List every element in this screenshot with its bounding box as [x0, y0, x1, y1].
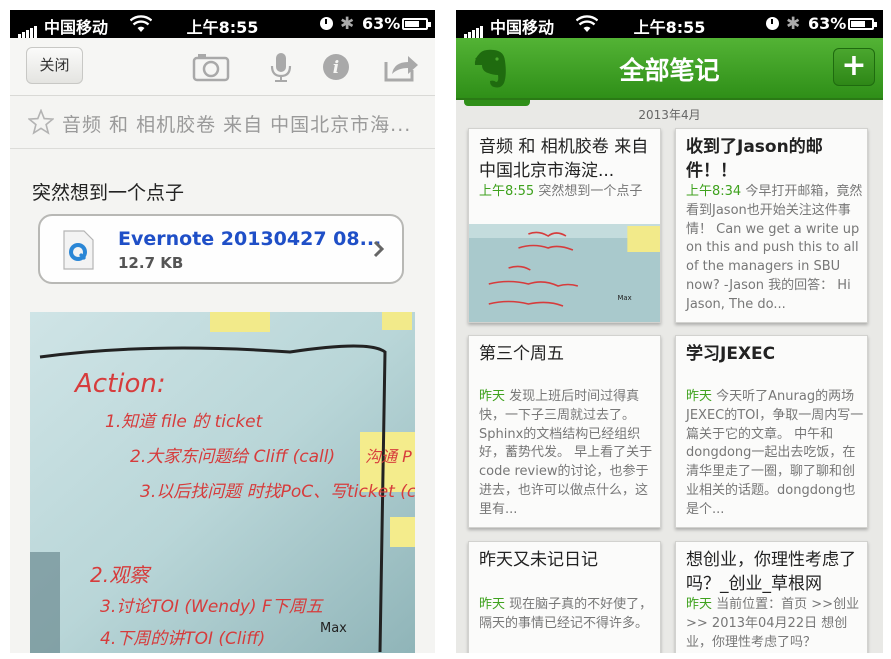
- note-card-snippet: 昨天 现在脑子真的不好使了，隔天的事情已经记不得许多。: [479, 596, 657, 634]
- camera-icon[interactable]: [192, 52, 230, 82]
- note-title-row: 音频 和 相机胶卷 来自 中国北京市海...: [10, 97, 435, 149]
- note-body-text[interactable]: 突然想到一个点子: [32, 178, 184, 205]
- notes-header: 全部笔记 +: [456, 38, 883, 100]
- note-card[interactable]: 收到了Jason的邮件！！ 上午8:34 今早打开邮箱，竟然看到Jason也开始…: [675, 128, 868, 323]
- note-card-title: 音频 和 相机胶卷 来自 中国北京市海淀...: [479, 137, 649, 181]
- attachment-filename: Evernote 20130427 08...: [118, 228, 382, 250]
- note-card-snippet-text: 今天听了Anurag的两场JEXEC的TOI，争取一周内写一篇关于它的文章。 中…: [686, 389, 864, 517]
- note-card[interactable]: 音频 和 相机胶卷 来自 中国北京市海淀... 上午8:55 突然想到一个点子 …: [468, 128, 661, 323]
- whiteboard-text: 4.下周的讲TOI (Cliff): [100, 629, 265, 649]
- note-title[interactable]: 音频 和 相机胶卷 来自 中国北京市海...: [62, 110, 411, 137]
- note-detail-screen: 中国移动 上午8:55 ✱ 63% 关闭 i 音频 和 相机胶卷 来自 中国北京…: [10, 10, 435, 653]
- bluetooth-icon: ✱: [786, 14, 801, 34]
- note-toolbar: 关闭 i: [10, 38, 435, 96]
- note-card-date: 上午8:34: [686, 184, 742, 199]
- note-card-title: 第三个周五: [479, 344, 564, 364]
- note-card-snippet-text: 今早打开邮箱，竟然看到Jason也开始关注这件事情！ Can we get a …: [686, 184, 863, 312]
- page-title: 全部笔记: [619, 56, 720, 85]
- note-card-snippet: 昨天 当前位置：首页 >>创业 >> 2013年04月22日 想创业，你理性考虑…: [686, 596, 864, 652]
- status-bar: 中国移动 上午8:55 ✱ 63%: [456, 10, 883, 38]
- month-section-label: 2013年4月: [638, 108, 701, 122]
- note-card-date: 昨天: [686, 389, 713, 404]
- note-card-title: 收到了Jason的邮件！！: [686, 137, 823, 181]
- whiteboard-text: 3.以后找问题 时找PoC、写ticket (call): [140, 482, 415, 502]
- note-card-snippet-text: 现在脑子真的不好使了，隔天的事情已经记不得许多。: [479, 597, 653, 631]
- whiteboard-text: 3.讨论TOI (Wendy) F下周五: [100, 597, 325, 617]
- rotation-lock-icon: [766, 17, 779, 30]
- whiteboard-text: 沟通 P: [365, 447, 412, 466]
- note-card-thumbnail: Max: [469, 224, 660, 322]
- note-card[interactable]: 第三个周五 昨天 发现上班后时间过得真快，一下子三周就过去了。Sphinx的文档…: [468, 335, 661, 528]
- note-card-date: 昨天: [479, 597, 506, 612]
- note-card[interactable]: 昨天又未记日记 昨天 现在脑子真的不好使了，隔天的事情已经记不得许多。: [468, 541, 661, 653]
- star-icon[interactable]: [28, 109, 54, 135]
- battery-percent: 63%: [362, 14, 401, 33]
- whiteboard-text: 1.知道 file 的 ticket: [105, 412, 264, 432]
- note-card-title: 学习JEXEC: [686, 344, 776, 364]
- note-card-snippet: 上午8:55 突然想到一个点子: [479, 183, 657, 202]
- whiteboard-text: 2.大家东问题给 Cliff (call): [130, 447, 335, 467]
- battery-icon: [848, 18, 877, 30]
- whiteboard-text: Max: [320, 621, 347, 636]
- battery-icon: [402, 18, 431, 30]
- svg-text:i: i: [333, 58, 339, 78]
- note-card-snippet-text: 发现上班后时间过得真快，一下子三周就过去了。Sphinx的文档结构已经组织好，蓄…: [479, 389, 653, 517]
- attachment-size: 12.7 KB: [118, 254, 184, 272]
- add-note-button[interactable]: +: [833, 48, 875, 86]
- note-card-title: 想创业，你理性考虑了吗？_创业_草根网: [686, 550, 856, 594]
- rotation-lock-icon: [320, 17, 333, 30]
- status-bar: 中国移动 上午8:55 ✱ 63%: [10, 10, 435, 38]
- note-card[interactable]: 学习JEXEC 昨天 今天听了Anurag的两场JEXEC的TOI，争取一周内写…: [675, 335, 868, 528]
- info-icon[interactable]: i: [317, 52, 355, 82]
- note-card-date: 昨天: [686, 597, 713, 612]
- note-card-title: 昨天又未记日记: [479, 550, 598, 570]
- quicktime-file-icon: [63, 230, 94, 270]
- note-card-snippet: 上午8:34 今早打开邮箱，竟然看到Jason也开始关注这件事情！ Can we…: [686, 183, 864, 315]
- note-card-snippet-text: 突然想到一个点子: [538, 184, 643, 199]
- share-icon[interactable]: [382, 52, 420, 82]
- microphone-icon[interactable]: [262, 52, 300, 82]
- note-card-snippet-text: 当前位置：首页 >>创业 >> 2013年04月22日 想创业，你理性考虑了吗？: [686, 597, 860, 650]
- whiteboard-text: Action:: [73, 369, 166, 399]
- note-card-date: 上午8:55: [479, 184, 535, 199]
- close-button[interactable]: 关闭: [26, 47, 83, 84]
- whiteboard-photo[interactable]: Action: 1.知道 file 的 ticket 2.大家东问题给 Clif…: [30, 312, 415, 653]
- audio-attachment[interactable]: Evernote 20130427 08... 12.7 KB: [38, 214, 404, 284]
- note-card-date: 昨天: [479, 389, 506, 404]
- bluetooth-icon: ✱: [340, 14, 355, 34]
- note-card-snippet: 昨天 发现上班后时间过得真快，一下子三周就过去了。Sphinx的文档结构已经组织…: [479, 388, 657, 520]
- all-notes-screen: 中国移动 上午8:55 ✱ 63% 全部笔记 + 2013年4月 音频 和 相机…: [456, 10, 883, 653]
- note-card-snippet: 昨天 今天听了Anurag的两场JEXEC的TOI，争取一周内写一篇关于它的文章…: [686, 388, 864, 520]
- thumbnail-text: Max: [617, 294, 631, 302]
- note-card[interactable]: 想创业，你理性考虑了吗？_创业_草根网 昨天 当前位置：首页 >>创业 >> 2…: [675, 541, 868, 653]
- chevron-right-icon: [373, 240, 385, 258]
- whiteboard-text: 2.观察: [90, 563, 152, 587]
- battery-percent: 63%: [808, 14, 847, 33]
